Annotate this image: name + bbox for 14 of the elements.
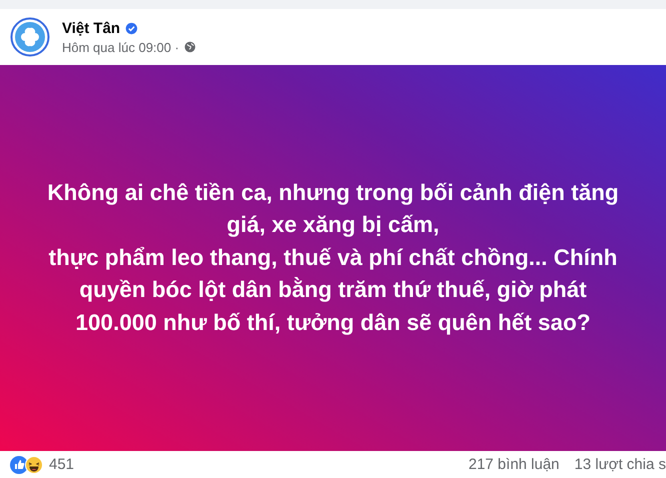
image-text-line: Không ai chê tiền ca, nhưng trong bối cảnh điện tăng	[47, 178, 619, 207]
comment-count[interactable]: 217 bình luận	[468, 456, 560, 473]
author-name[interactable]: Việt Tân	[62, 20, 120, 36]
image-text-line: quyền bóc lột dân bằng trăm thứ thuế, giờ phát	[79, 276, 587, 304]
image-text-line: thực phẩm leo thang, thuế và phí chất chồng... Chính	[48, 244, 618, 272]
reaction-count[interactable]: 451	[49, 456, 74, 473]
image-text-line: 100.000 như bố thí, tưởng dân sẽ quên hết sao?	[76, 308, 590, 337]
image-text-line: giá, xe xăng bị cấm,	[226, 211, 440, 240]
avatar-icon[interactable]	[10, 17, 50, 57]
share-count[interactable]: 13 lượt chia s	[574, 456, 666, 473]
globe-icon	[184, 41, 196, 53]
post-image[interactable]	[0, 65, 666, 451]
laughing-emoji-icon	[25, 456, 43, 474]
post-time[interactable]: Hôm qua lúc 09:00 ·	[62, 40, 180, 54]
